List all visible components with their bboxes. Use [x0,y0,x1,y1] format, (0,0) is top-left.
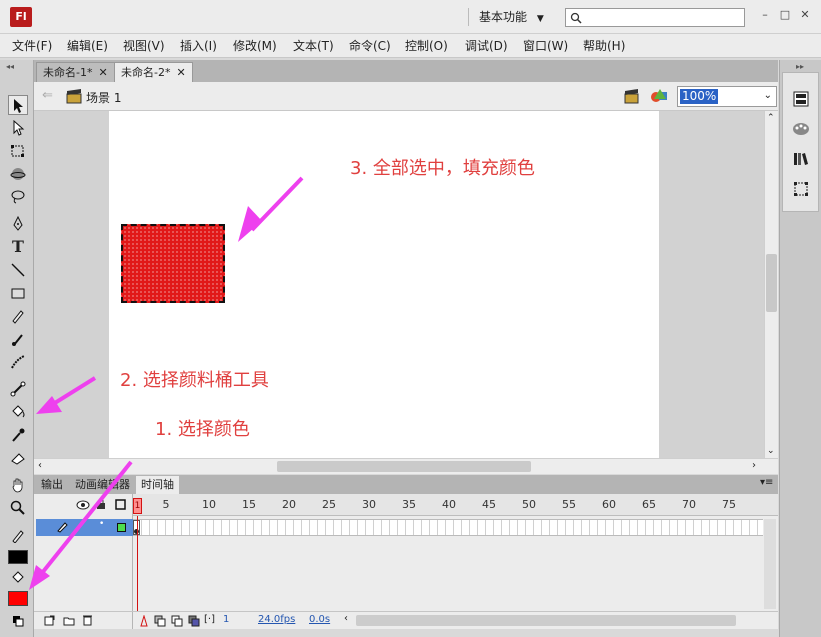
arrow-to-paint-bucket [36,376,97,414]
arrow-to-rectangle [238,176,304,242]
annotation-arrows [29,176,304,590]
arrow-to-fill-color [29,460,133,590]
